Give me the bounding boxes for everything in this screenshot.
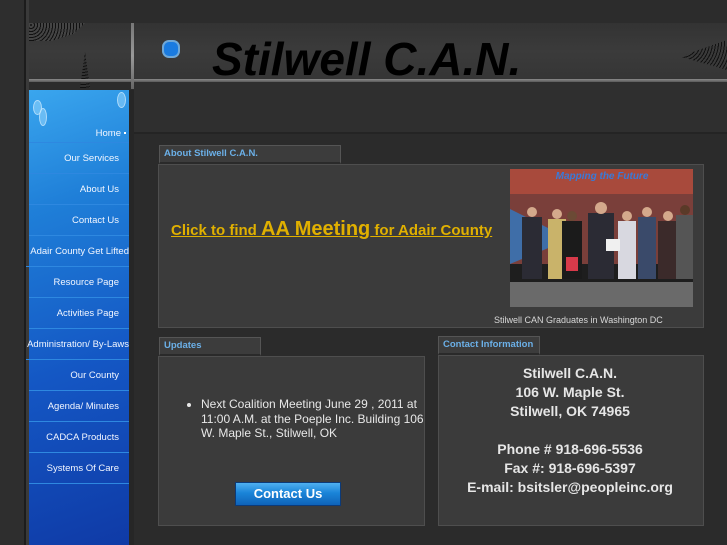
nav-item-activities-page[interactable]: Activities Page [29,298,129,329]
graduates-photo: Mapping the Future [510,169,693,307]
nav-item-our-county[interactable]: Our County [29,360,129,391]
nav-item-contact-us[interactable]: Contact Us [29,205,129,236]
nav-list: Home Our Services About Us Contact Us Ad… [26,127,129,484]
contact-name: Stilwell C.A.N. [522,365,618,381]
nav-item-label: Administration/ By-Laws [27,339,129,350]
about-panel-tab: About Stilwell C.A.N. [159,145,341,164]
contact-fax: Fax #: 918-696-5397 [504,460,636,476]
link-emphasis: AA Meeting [261,218,371,240]
water-drop-icon [39,108,47,126]
sidebar-edge [129,90,134,545]
photo-caption: Stilwell CAN Graduates in Washington DC [494,315,663,325]
nav-item-label: Activities Page [56,308,119,319]
nav-item-cadca-products[interactable]: CADCA Products [29,422,129,453]
contact-phone: Phone # 918-696-5536 [497,441,643,457]
nav-item-about-us[interactable]: About Us [29,174,129,205]
contact-email[interactable]: E-mail: bsitsler@peopleinc.org [439,478,701,497]
contact-city: Stilwell, OK 74965 [510,403,630,419]
top-strip [29,0,727,24]
nav-item-adair-county-get-lifted[interactable]: Adair County Get Lifted [26,236,129,267]
nav-item-label: Our Services [64,153,119,164]
logo-dot-icon [164,42,178,56]
updates-list: Next Coalition Meeting June 29 , 2011 at… [186,397,431,441]
nav-item-label: About Us [79,184,119,195]
nav-item-label: Home [95,128,121,139]
nav-item-home[interactable]: Home [29,127,129,143]
contact-info: Stilwell C.A.N. 106 W. Maple St. Stilwel… [439,364,701,497]
sidebar-nav: Home Our Services About Us Contact Us Ad… [26,90,129,545]
subheader-bar [134,82,727,134]
contact-street: 106 W. Maple St. [515,384,625,400]
link-text: Click to find [171,222,261,239]
left-rail [0,0,26,545]
nav-item-label: Our County [70,370,119,381]
water-drop-icon [117,92,126,108]
update-item: Next Coalition Meeting June 29 , 2011 at… [201,397,431,441]
nav-item-our-services[interactable]: Our Services [29,143,129,174]
link-text: for Adair County [370,222,493,239]
nav-item-label: CADCA Products [46,432,119,443]
header-vertical-divider [131,23,134,89]
aa-meeting-link[interactable]: Click to find AA Meeting for Adair Count… [171,218,492,241]
contact-us-button[interactable]: Contact Us [235,482,341,506]
nav-item-label: Adair County Get Lifted [30,246,129,257]
site-title[interactable]: Stilwell C.A.N. [212,30,521,88]
nav-item-systems-of-care[interactable]: Systems Of Care [29,453,129,484]
nav-item-resource-page[interactable]: Resource Page [29,267,129,298]
nav-item-label: Systems Of Care [46,463,119,474]
contact-panel-tab: Contact Information [438,336,540,355]
nav-item-label: Contact Us [72,215,119,226]
nav-item-agenda-minutes[interactable]: Agenda/ Minutes [29,391,129,422]
active-indicator-icon [124,132,126,135]
updates-panel-tab: Updates [159,337,261,356]
nav-item-label: Resource Page [53,277,119,288]
nav-item-administration-by-laws[interactable]: Administration/ By-Laws [26,329,129,360]
photo-banner-text: Mapping the Future [556,171,649,182]
nav-item-label: Agenda/ Minutes [47,401,119,412]
photo-illustration: Mapping the Future [510,169,693,307]
